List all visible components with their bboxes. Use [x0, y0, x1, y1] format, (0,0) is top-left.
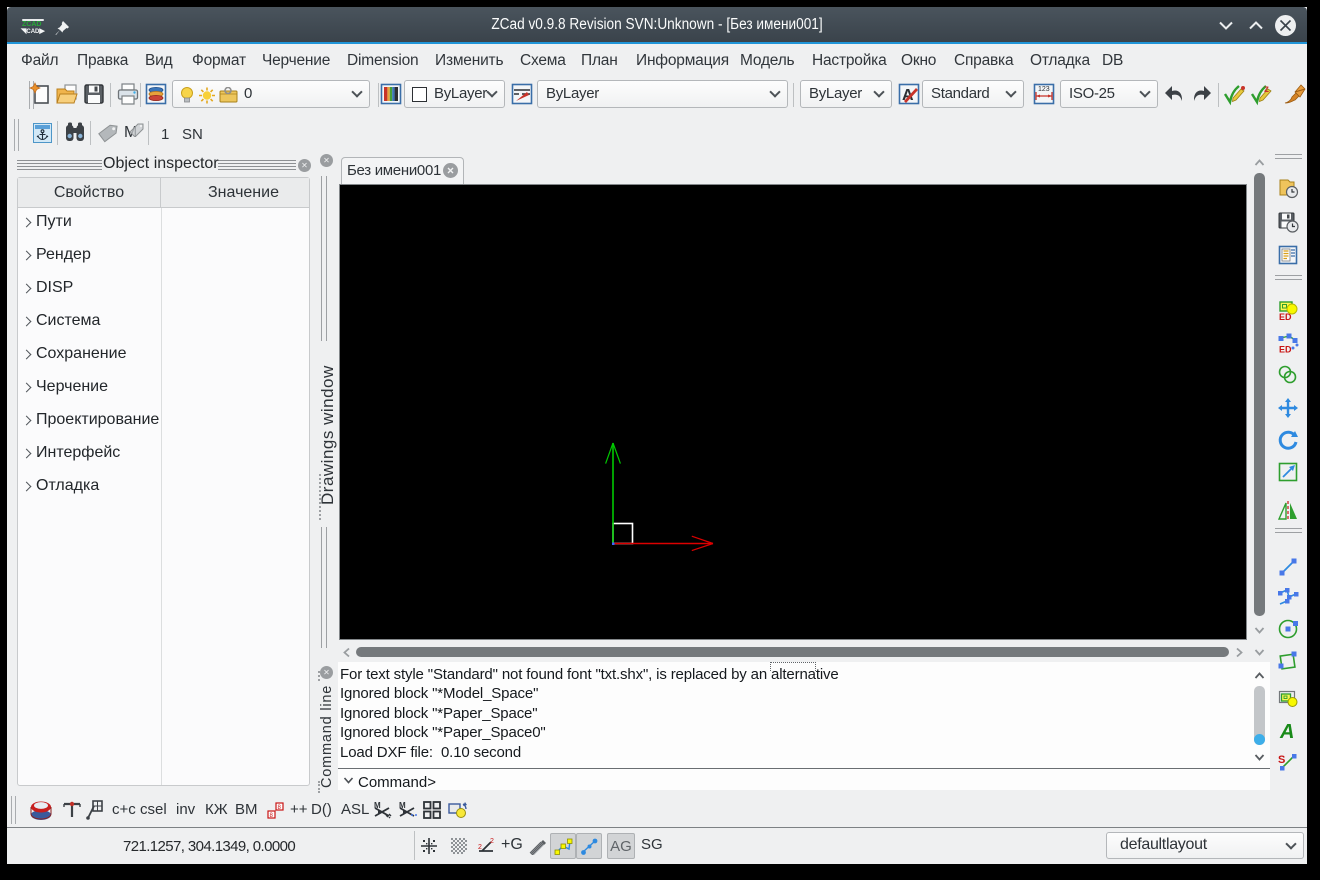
- svg-text:A: A: [1279, 721, 1294, 742]
- svg-text:z: z: [1264, 84, 1269, 95]
- svg-text:ED: ED: [1279, 312, 1292, 321]
- svg-text:2: 2: [478, 844, 482, 851]
- svg-text:2: 2: [490, 838, 494, 845]
- svg-text:S: S: [1278, 754, 1285, 766]
- svg-text:ED: ED: [1279, 345, 1292, 355]
- svg-text:123: 123: [1038, 86, 1050, 93]
